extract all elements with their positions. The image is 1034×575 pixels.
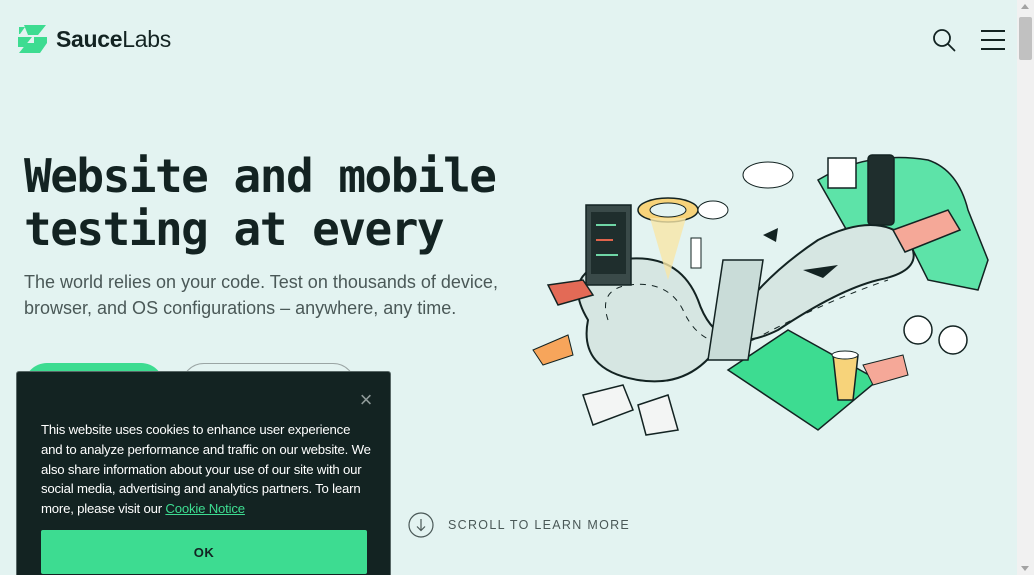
scroll-hint-label: SCROLL TO LEARN MORE [448,518,631,532]
close-icon[interactable]: × [358,389,374,411]
cookie-banner: × This website uses cookies to enhance u… [16,371,391,575]
site-header: SauceLabs [0,0,1017,80]
hero-illustration [532,154,989,436]
scroll-hint[interactable]: SCROLL TO LEARN MORE [408,512,630,538]
search-icon[interactable] [932,28,956,52]
cookie-notice-link[interactable]: Cookie Notice [165,501,245,516]
logo-text: SauceLabs [56,25,171,52]
hamburger-menu-icon[interactable] [980,29,1006,51]
scroll-down-arrow-icon[interactable] [1021,566,1029,571]
cookie-ok-button[interactable]: OK [41,530,367,574]
hero-subtitle: The world relies on your code. Test on t… [24,272,498,318]
saucelabs-logo[interactable]: SauceLabs [16,23,171,55]
hero-title: Website and mobile testing at every [24,149,497,256]
scrollbar-thumb[interactable] [1019,17,1032,60]
saucelabs-logo-icon [18,25,47,53]
cookie-message: This website uses cookies to enhance use… [41,420,371,519]
arrow-down-circle-icon [408,512,434,538]
page-scrollbar[interactable] [1017,0,1034,575]
scroll-up-arrow-icon[interactable] [1021,4,1029,9]
